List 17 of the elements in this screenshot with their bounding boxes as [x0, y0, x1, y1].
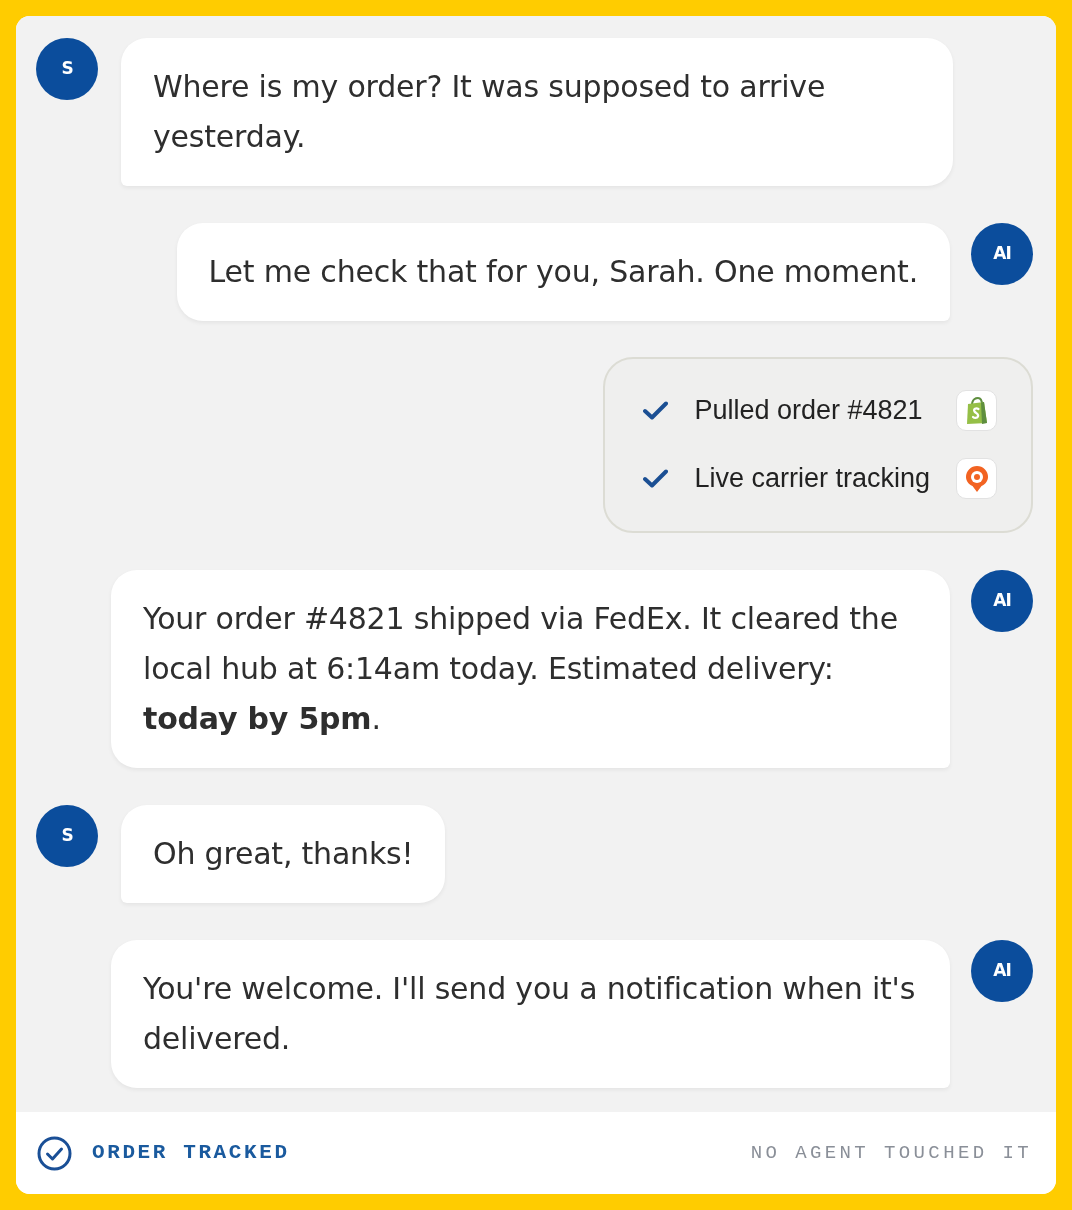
avatar: S: [36, 805, 98, 867]
message-bubble: Let me check that for you, Sarah. One moment.: [176, 223, 950, 321]
message-bubble: Your order #4821 shipped via FedEx. It cleared the local hub at 6:14am today. Estimated delivery: today by 5pm.: [111, 570, 950, 768]
status-note: NO AGENT TOUCHED IT: [750, 1140, 1032, 1166]
status-label: ORDER TRACKED: [92, 1140, 290, 1167]
check-circle-icon: [37, 1135, 72, 1171]
location-pin-icon: [964, 464, 989, 493]
message-bubble: You're welcome. I'll send you a notification when it's delivered.: [111, 940, 950, 1088]
avatar: AI: [971, 940, 1033, 1002]
avatar: AI: [971, 570, 1033, 632]
step-label: Pulled order #4821: [694, 394, 924, 428]
avatar: S: [36, 38, 98, 100]
step-label: Live carrier tracking: [694, 462, 930, 496]
avatar: AI: [971, 223, 1033, 285]
shopping-bag-icon: [964, 396, 989, 425]
message-bubble: Where is my order? It was supposed to arrive yesterday.: [121, 38, 953, 186]
message-bubble: Oh great, thanks!: [121, 805, 446, 903]
